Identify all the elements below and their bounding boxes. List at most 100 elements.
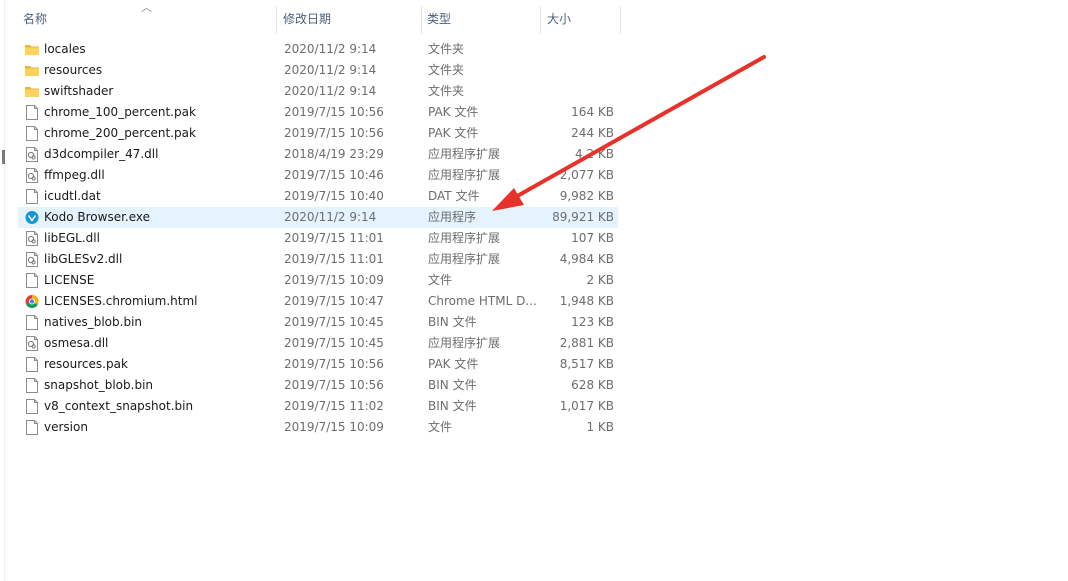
file-type: PAK 文件 xyxy=(428,126,479,140)
file-icon xyxy=(25,357,39,372)
column-resize-handle[interactable] xyxy=(540,6,541,34)
folder-icon xyxy=(25,84,39,99)
file-icon xyxy=(25,105,39,120)
file-date: 2020/11/2 9:14 xyxy=(284,210,377,224)
file-row[interactable]: libEGL.dll 2019/7/15 11:01 应用程序扩展 107 KB xyxy=(18,228,618,249)
file-row[interactable]: ffmpeg.dll 2019/7/15 10:46 应用程序扩展 2,077 KB xyxy=(18,165,618,186)
file-date: 2019/7/15 10:47 xyxy=(284,294,384,308)
file-date: 2020/11/2 9:14 xyxy=(284,42,377,56)
file-date: 2019/7/15 11:01 xyxy=(284,252,384,266)
file-date: 2020/11/2 9:14 xyxy=(284,84,377,98)
file-icon xyxy=(25,315,39,330)
file-type: 文件 xyxy=(428,273,453,287)
file-date: 2019/7/15 10:45 xyxy=(284,336,384,350)
file-icon xyxy=(25,189,39,204)
file-size: 2,077 KB xyxy=(559,168,614,182)
file-date: 2019/7/15 10:56 xyxy=(284,357,384,371)
file-size: 4,2 KB xyxy=(575,147,614,161)
file-row[interactable]: snapshot_blob.bin 2019/7/15 10:56 BIN 文件 62… xyxy=(18,375,618,396)
file-size: 9,982 KB xyxy=(559,189,614,203)
file-type: BIN 文件 xyxy=(428,315,477,329)
file-name: v8_context_snapshot.bin xyxy=(44,399,194,413)
file-date: 2019/7/15 11:02 xyxy=(284,399,384,413)
column-header-date-label: 修改日期 xyxy=(283,12,332,26)
column-header-type[interactable]: 类型 xyxy=(422,6,540,34)
file-row[interactable]: swiftshader 2020/11/2 9:14 文件夹 xyxy=(18,81,618,102)
dll-icon xyxy=(25,336,39,351)
file-name: locales xyxy=(44,42,86,56)
file-row[interactable]: libGLESv2.dll 2019/7/15 11:01 应用程序扩展 4,984 … xyxy=(18,249,618,270)
column-resize-handle[interactable] xyxy=(620,6,621,34)
column-header-name[interactable]: 名称 xyxy=(18,6,276,34)
file-size: 123 KB xyxy=(571,315,614,329)
file-row[interactable]: chrome_200_percent.pak 2019/7/15 10:56 PAK… xyxy=(18,123,618,144)
file-name: snapshot_blob.bin xyxy=(44,378,154,392)
file-row[interactable]: osmesa.dll 2019/7/15 10:45 应用程序扩展 2,881 KB xyxy=(18,333,618,354)
file-size xyxy=(540,81,614,102)
kodo-app-icon xyxy=(25,210,39,225)
pane-scroll-marker xyxy=(2,150,5,164)
file-row[interactable]: version 2019/7/15 10:09 文件 1 KB xyxy=(18,417,618,438)
file-icon xyxy=(25,378,39,393)
file-size: 4,984 KB xyxy=(559,252,614,266)
file-name: Kodo Browser.exe xyxy=(44,210,151,224)
file-row[interactable]: natives_blob.bin 2019/7/15 10:45 BIN 文件 123… xyxy=(18,312,618,333)
file-icon xyxy=(25,399,39,414)
file-name: natives_blob.bin xyxy=(44,315,143,329)
file-type: Chrome HTML D... xyxy=(428,294,537,308)
file-icon xyxy=(25,273,39,288)
file-row[interactable]: resources 2020/11/2 9:14 文件夹 xyxy=(18,60,618,81)
file-type: 文件夹 xyxy=(428,42,465,56)
file-date: 2019/7/15 10:09 xyxy=(284,273,384,287)
file-date: 2019/7/15 10:46 xyxy=(284,168,384,182)
file-name: osmesa.dll xyxy=(44,336,109,350)
dll-icon xyxy=(25,147,39,162)
file-name: resources.pak xyxy=(44,357,128,371)
file-name: d3dcompiler_47.dll xyxy=(44,147,159,161)
folder-icon xyxy=(25,42,39,57)
file-type: DAT 文件 xyxy=(428,189,480,203)
file-date: 2019/7/15 10:45 xyxy=(284,315,384,329)
file-name: resources xyxy=(44,63,103,77)
file-row[interactable]: LICENSES.chromium.html 2019/7/15 10:47 Chr… xyxy=(18,291,618,312)
file-size: 89,921 KB xyxy=(552,210,614,224)
file-type: 应用程序扩展 xyxy=(428,168,501,182)
file-type: PAK 文件 xyxy=(428,357,479,371)
file-date: 2019/7/15 10:56 xyxy=(284,378,384,392)
column-resize-handle[interactable] xyxy=(276,6,277,34)
file-name: swiftshader xyxy=(44,84,114,98)
column-header: 名称 修改日期 类型 大小 xyxy=(18,6,622,34)
file-row[interactable]: locales 2020/11/2 9:14 文件夹 xyxy=(18,39,618,60)
column-header-date[interactable]: 修改日期 xyxy=(278,6,421,34)
folder-icon xyxy=(25,63,39,78)
file-row[interactable]: resources.pak 2019/7/15 10:56 PAK 文件 8,517 … xyxy=(18,354,618,375)
file-row[interactable]: icudtl.dat 2019/7/15 10:40 DAT 文件 9,982 KB xyxy=(18,186,618,207)
file-name: icudtl.dat xyxy=(44,189,101,203)
file-row[interactable]: v8_context_snapshot.bin 2019/7/15 11:02 BI… xyxy=(18,396,618,417)
file-size: 2 KB xyxy=(586,273,614,287)
file-row[interactable]: Kodo Browser.exe 2020/11/2 9:14 应用程序 89,921… xyxy=(18,207,618,228)
file-type: BIN 文件 xyxy=(428,378,477,392)
file-icon xyxy=(25,420,39,435)
file-type: 应用程序扩展 xyxy=(428,252,501,266)
file-size xyxy=(540,60,614,81)
file-date: 2019/7/15 10:40 xyxy=(284,189,384,203)
file-size: 628 KB xyxy=(571,378,614,392)
file-date: 2019/7/15 10:09 xyxy=(284,420,384,434)
file-name: chrome_200_percent.pak xyxy=(44,126,196,140)
file-type: 应用程序扩展 xyxy=(428,147,501,161)
column-header-name-label: 名称 xyxy=(23,12,48,26)
file-date: 2019/7/15 10:56 xyxy=(284,105,384,119)
file-size: 107 KB xyxy=(571,231,614,245)
column-header-size[interactable]: 大小 xyxy=(542,6,620,34)
dll-icon xyxy=(25,252,39,267)
file-row[interactable]: chrome_100_percent.pak 2019/7/15 10:56 PAK… xyxy=(18,102,618,123)
file-icon xyxy=(25,126,39,141)
file-row[interactable]: LICENSE 2019/7/15 10:09 文件 2 KB xyxy=(18,270,618,291)
file-type: BIN 文件 xyxy=(428,399,477,413)
column-header-size-label: 大小 xyxy=(547,12,572,26)
file-date: 2018/4/19 23:29 xyxy=(284,147,384,161)
file-type: 应用程序 xyxy=(428,210,477,224)
file-name: chrome_100_percent.pak xyxy=(44,105,196,119)
file-row[interactable]: d3dcompiler_47.dll 2018/4/19 23:29 应用程序扩展 4… xyxy=(18,144,618,165)
